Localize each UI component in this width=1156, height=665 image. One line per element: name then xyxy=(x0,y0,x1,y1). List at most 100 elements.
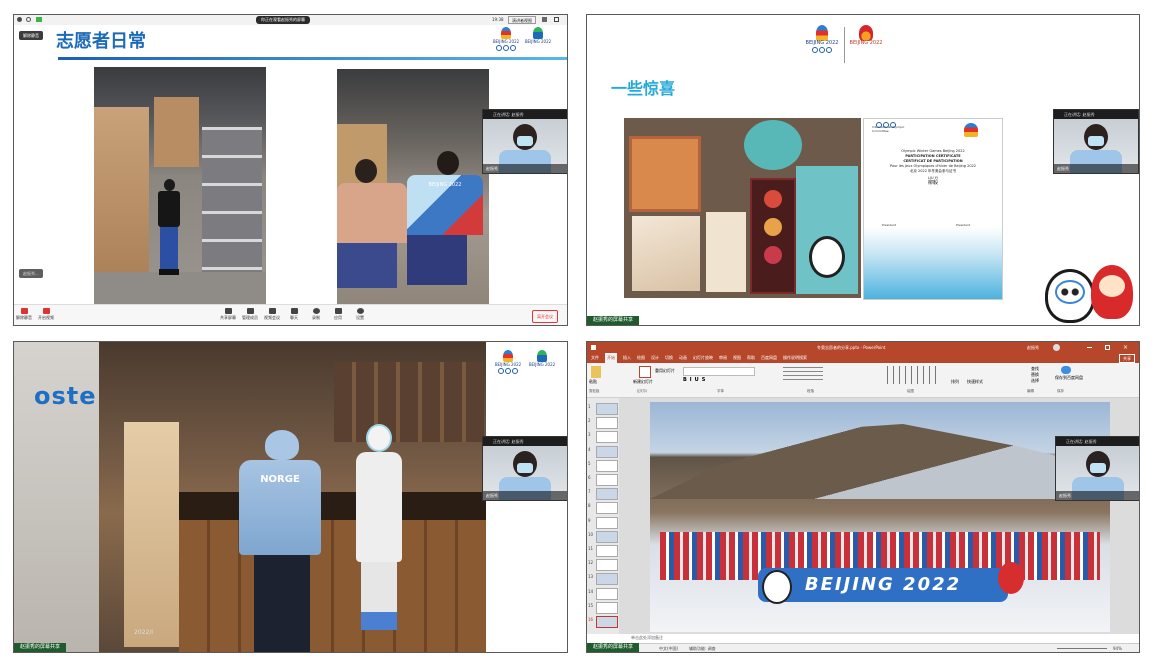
baidu-cloud-icon[interactable] xyxy=(1061,366,1071,374)
slide-thumbnail[interactable]: 16 xyxy=(587,615,619,628)
language-indicator[interactable]: 中文(中国) xyxy=(659,644,678,652)
shuey-rhon-rhon-figure xyxy=(998,562,1024,594)
slide-thumbnail[interactable]: 14 xyxy=(587,587,619,600)
meeting-panel-surprises: BEIJING 2022 BEIJING 2022 一些惊喜 Internati… xyxy=(586,14,1140,326)
ribbon-tab[interactable]: 切换 xyxy=(665,353,673,363)
screen-share-indicator[interactable]: 赵振秀的屏幕共享 xyxy=(14,643,67,652)
new-slide-button[interactable]: 新建幻灯片 xyxy=(633,379,655,385)
slide-thumbnail[interactable]: 1 xyxy=(587,402,619,415)
video-tile-header: 正在讲话: 赵振秀 xyxy=(483,110,567,119)
apps-button[interactable]: 应用 xyxy=(328,308,348,321)
maximize-icon[interactable] xyxy=(1105,345,1110,350)
quick-styles-button[interactable]: 快速样式 xyxy=(967,379,983,385)
slide-thumbnail[interactable]: 8 xyxy=(587,501,619,515)
pin-card-2 xyxy=(706,212,746,292)
slide-thumbnail-image xyxy=(596,417,618,430)
slide-thumbnail-image xyxy=(596,616,618,628)
chat-button[interactable]: 聊天 xyxy=(284,308,304,321)
video-tile-header: 正在讲话: 赵振秀 xyxy=(1056,437,1139,446)
paste-button[interactable]: 粘贴 xyxy=(589,379,597,385)
ribbon-tab[interactable]: 幻灯片放映 xyxy=(693,353,713,363)
slide-thumbnail[interactable]: 13 xyxy=(587,572,619,586)
slide-thumbnail[interactable]: 4 xyxy=(587,445,619,458)
close-icon[interactable]: × xyxy=(1123,342,1128,353)
slide-title: 志愿者日常 xyxy=(56,31,146,52)
save-icon[interactable] xyxy=(591,345,596,350)
view-mode-selector[interactable]: 演讲者视图 xyxy=(508,16,536,24)
share-screen-button[interactable]: 共享屏幕 xyxy=(218,308,238,321)
minimize-icon[interactable] xyxy=(1087,347,1092,348)
notes-placeholder[interactable]: 单击此处添加备注 xyxy=(631,635,663,641)
minimize-icon[interactable] xyxy=(542,17,547,22)
slide-thumbnail[interactable]: 2 xyxy=(587,416,619,430)
mute-button[interactable]: 解除静音 xyxy=(14,308,34,321)
video-button[interactable]: 开启视频 xyxy=(36,308,56,321)
speaker-name-tag: 赵振秀 xyxy=(483,164,567,173)
new-slide-icon[interactable] xyxy=(639,366,651,378)
slide-thumbnail[interactable]: 12 xyxy=(587,558,619,572)
ribbon-tab[interactable]: 设计 xyxy=(651,353,659,363)
volunteers-group-photo[interactable]: BEIJING 2022 xyxy=(650,402,1110,632)
pin-display-case xyxy=(750,178,796,294)
hostel-sign: oste xyxy=(34,382,97,410)
speaker-video-tile[interactable]: 正在讲话: 赵振秀 赵振秀 xyxy=(1055,436,1139,501)
font-name-box[interactable] xyxy=(683,367,755,376)
ribbon-group-label: 绘图 xyxy=(907,389,914,393)
paragraph-icons[interactable] xyxy=(783,367,823,383)
beijing-2022-winter-logo: BEIJING 2022 xyxy=(849,25,883,46)
ribbon-tab[interactable]: 开始 xyxy=(605,353,617,363)
speaker-video-tile[interactable]: 正在讲话: 赵振秀 赵振秀 xyxy=(1053,109,1139,174)
self-view-label[interactable]: 赵振秀... xyxy=(19,269,43,278)
ribbon-tab[interactable]: 动画 xyxy=(679,353,687,363)
font-format-buttons[interactable]: BIUS xyxy=(683,377,708,383)
photo-date-stamp: 2022/I xyxy=(134,629,154,636)
screen-share-indicator[interactable]: 赵振秀的屏幕共享 xyxy=(587,643,640,652)
ribbon-tab[interactable]: 文件 xyxy=(591,353,599,363)
shapes-gallery[interactable] xyxy=(887,366,937,384)
slide-thumbnail[interactable]: 10 xyxy=(587,530,619,543)
snowy-mountain xyxy=(650,424,1110,499)
slide-thumbnail[interactable]: 9 xyxy=(587,516,619,529)
settings-button[interactable]: 设置 xyxy=(350,308,370,321)
leave-meeting-button[interactable]: 离开会议 xyxy=(532,310,558,323)
save-to-baidu-button[interactable]: 保存到百度网盘 xyxy=(1055,375,1083,381)
ribbon-tab[interactable]: 操作说明搜索 xyxy=(783,353,807,363)
ribbon-group-label: 编辑 xyxy=(1027,389,1034,393)
speaker-video-tile[interactable]: 正在讲话: 赵振秀 赵振秀 xyxy=(482,109,567,174)
shield-icon[interactable] xyxy=(26,17,31,22)
ribbon-tab[interactable]: 视图 xyxy=(733,353,741,363)
ribbon-tab[interactable]: 帮助 xyxy=(747,353,755,363)
share-button[interactable]: 共享 xyxy=(1119,354,1135,363)
slide-thumbnail[interactable]: 6 xyxy=(587,473,619,486)
slide-thumbnail[interactable]: 5 xyxy=(587,459,619,472)
slide-thumbnail[interactable]: 11 xyxy=(587,544,619,557)
arrange-button[interactable]: 排列 xyxy=(951,379,959,385)
paste-icon[interactable] xyxy=(591,366,601,378)
screen-share-indicator[interactable]: 赵振秀的屏幕共享 xyxy=(587,316,640,325)
invite-button[interactable]: 视频会议 xyxy=(262,308,282,321)
info-icon[interactable] xyxy=(17,17,22,22)
unmute-hint-button[interactable]: 解除静音 xyxy=(19,31,43,40)
speaker-video-tile[interactable]: 正在讲话: 赵振秀 赵振秀 xyxy=(482,436,567,501)
accessibility-indicator[interactable]: 辅助功能: 调查 xyxy=(689,644,716,652)
members-button[interactable]: 管理成员 xyxy=(240,308,260,321)
ribbon-tab[interactable]: 审阅 xyxy=(719,353,727,363)
slide-thumbnail[interactable]: 7 xyxy=(587,487,619,501)
reuse-slides-button[interactable]: 重用幻灯片 xyxy=(655,368,675,374)
ribbon-tab[interactable]: 百度网盘 xyxy=(761,353,777,363)
avatar[interactable] xyxy=(1053,344,1060,351)
select-button[interactable]: 选择 xyxy=(1031,378,1039,384)
ppt-title-bar: 冬奥志愿者的分享.pptx - PowerPoint 赵振秀 × xyxy=(587,342,1139,353)
slide-number: 3 xyxy=(588,432,591,438)
zoom-slider[interactable] xyxy=(1057,648,1107,649)
warehouse-photo xyxy=(94,67,266,312)
bing-dwen-dwen-figure xyxy=(762,570,792,604)
ribbon-tab[interactable]: 绘图 xyxy=(637,353,645,363)
fullscreen-icon[interactable] xyxy=(554,17,559,22)
ribbon-tab[interactable]: 插入 xyxy=(623,353,631,363)
user-name[interactable]: 赵振秀 xyxy=(1027,342,1039,353)
record-button[interactable]: 录制 xyxy=(306,308,326,321)
zoom-level[interactable]: 94% xyxy=(1113,644,1122,652)
slide-thumbnail[interactable]: 15 xyxy=(587,601,619,614)
slide-thumbnail[interactable]: 3 xyxy=(587,430,619,444)
